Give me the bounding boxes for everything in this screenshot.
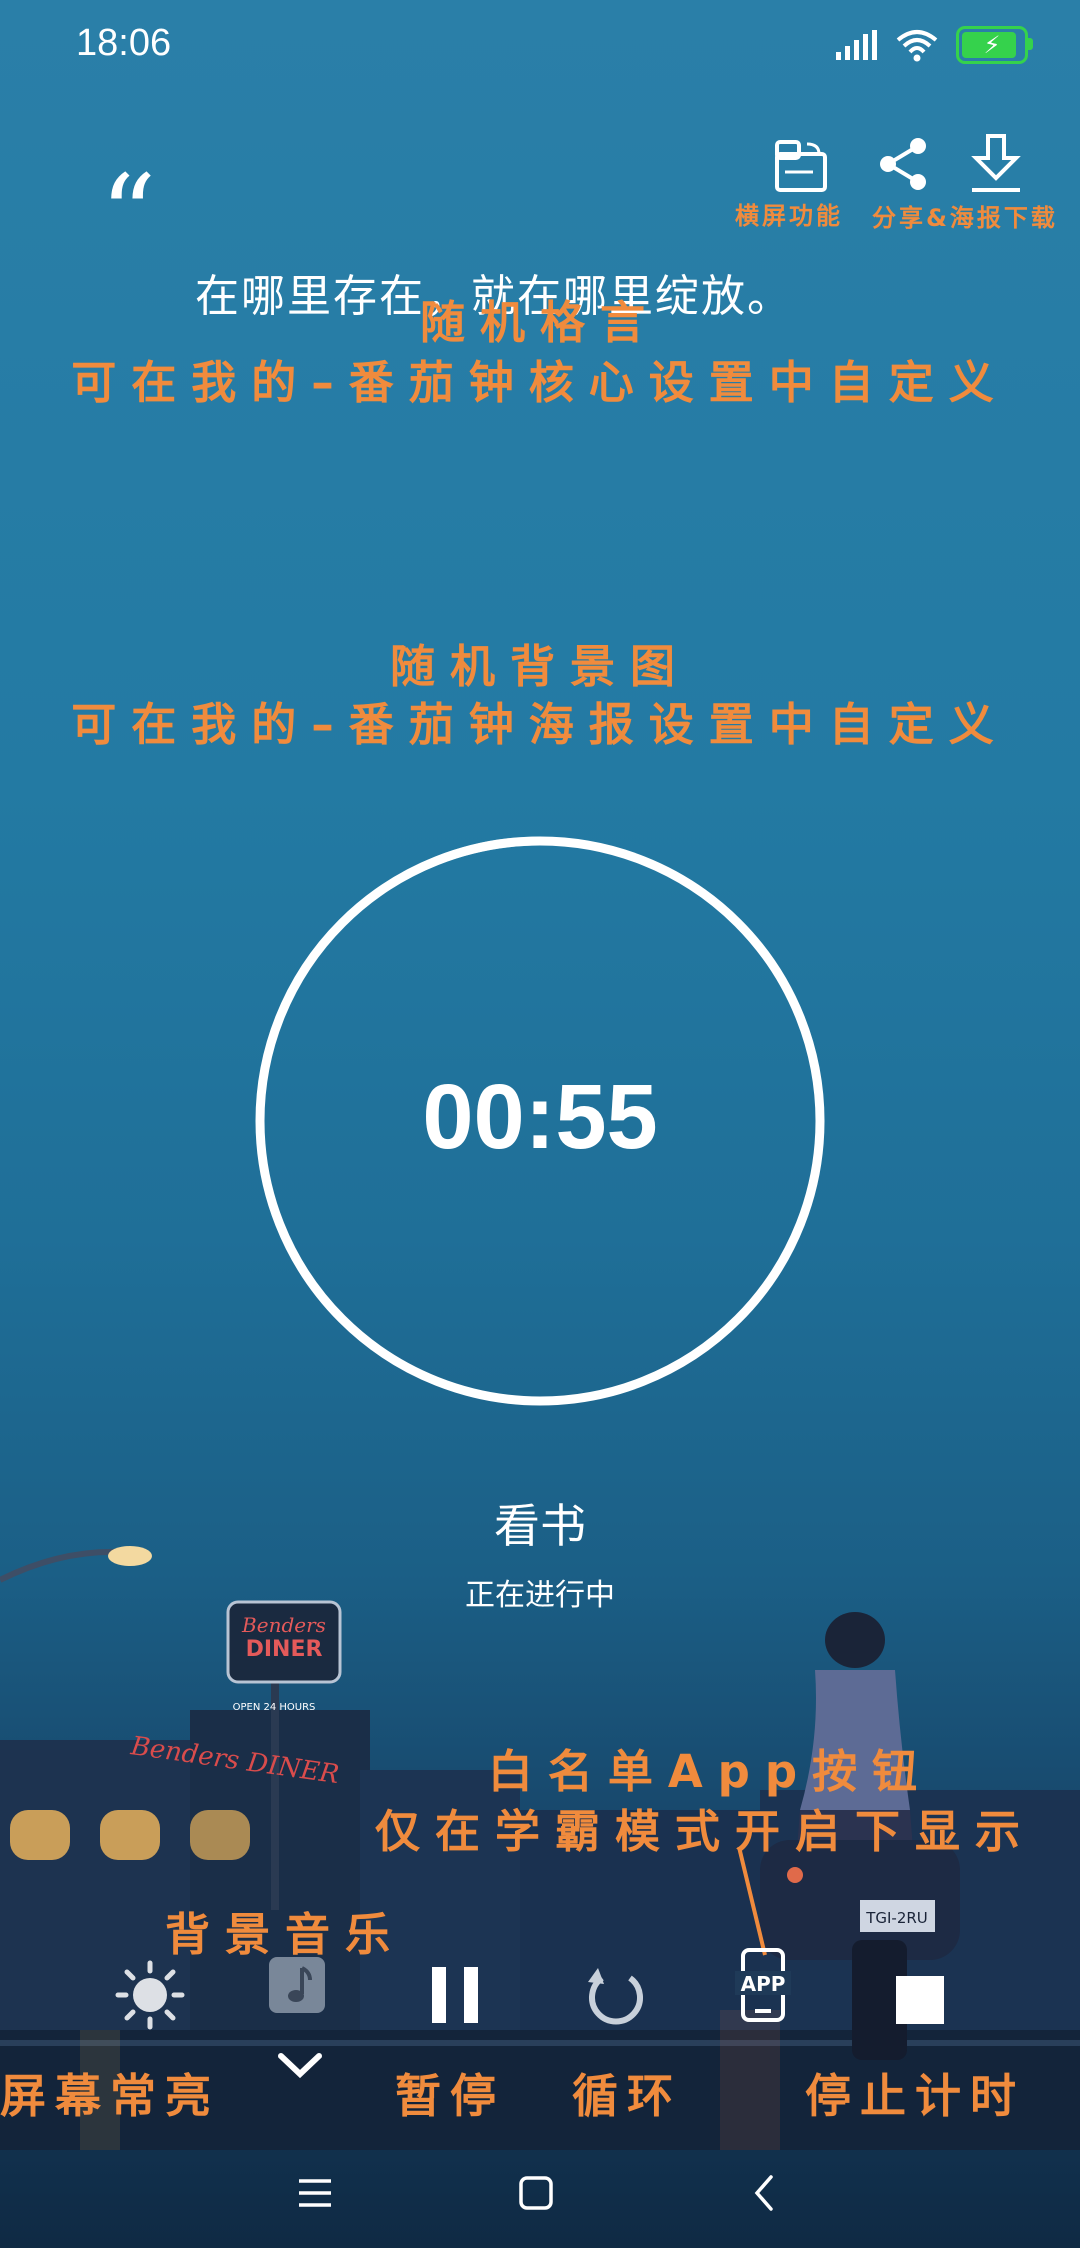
pause-icon [432,1967,478,2023]
music-note-icon [269,1957,325,2013]
annotation-background-subtitle: 可在我的–番茄钟海报设置中自定义 [71,698,1009,751]
annotation-music-label: 背景音乐 [164,1908,405,1961]
annotation-whitelist-subtitle: 仅在学霸模式开启下显示 [374,1805,1035,1858]
landscape-button[interactable]: 横屏功能 [735,130,855,230]
annotation-background-title: 随机背景图 [389,640,690,693]
music-expand-button[interactable] [270,2045,330,2085]
status-bar: 18:06 ⚡ [0,0,1080,90]
back-button[interactable] [724,2158,804,2228]
share-download-label: 分享&海报下载 [872,204,1058,232]
quote-mark-icon: “ [100,151,157,279]
wifi-icon [896,30,938,62]
download-icon [971,134,1021,192]
timer-display: 00:55 [422,1066,658,1168]
home-icon [519,2176,553,2210]
status-time: 18:06 [76,22,172,64]
home-button[interactable] [496,2158,576,2228]
loop-button[interactable] [575,1960,655,2034]
pause-label: 暂停 [395,2069,505,2123]
whitelist-app-button[interactable]: APP [728,1945,798,2025]
signal-icon [836,30,877,60]
diner-sign-name: Benders [241,1613,326,1637]
back-icon [754,2175,773,2211]
landscape-label: 横屏功能 [735,202,843,230]
brightness-icon [115,1960,185,2030]
navigation-bar [0,2140,1080,2248]
status-icons: ⚡ [834,26,1033,64]
stop-label: 停止计时 [805,2069,1025,2123]
battery-charging-icon: ⚡ [956,26,1033,64]
screen-on-label: 屏幕常亮 [0,2069,220,2123]
screen-on-button[interactable] [110,1960,190,2030]
annotation-motto-subtitle: 可在我的–番茄钟核心设置中自定义 [71,356,1009,409]
share-download-button[interactable]: 分享&海报下载 [870,130,1070,232]
loop-icon [588,1968,643,2025]
diner-sign-hours: OPEN 24 HOURS [233,1702,316,1713]
diner-sign-word: DINER [246,1637,323,1662]
share-icon [880,138,926,190]
loop-label: 循环 [572,2069,682,2123]
recent-apps-button[interactable] [275,2158,355,2228]
annotation-motto-title: 随机格言 [419,296,660,349]
annotation-pointer-line [737,1846,767,1956]
timer-progress-arc [402,836,541,880]
stop-button[interactable] [885,1965,955,2035]
menu-icon [299,2179,331,2207]
annotation-whitelist-title: 白名单App按钮 [487,1745,933,1798]
license-plate: TGI-2RU [865,1909,928,1927]
screen-rotate-icon [775,140,827,192]
app-badge-label: APP [740,1972,786,1996]
chevron-down-icon [278,2053,322,2079]
stop-icon [896,1976,944,2024]
music-button[interactable] [267,1955,327,2015]
pause-button[interactable] [420,1960,490,2030]
